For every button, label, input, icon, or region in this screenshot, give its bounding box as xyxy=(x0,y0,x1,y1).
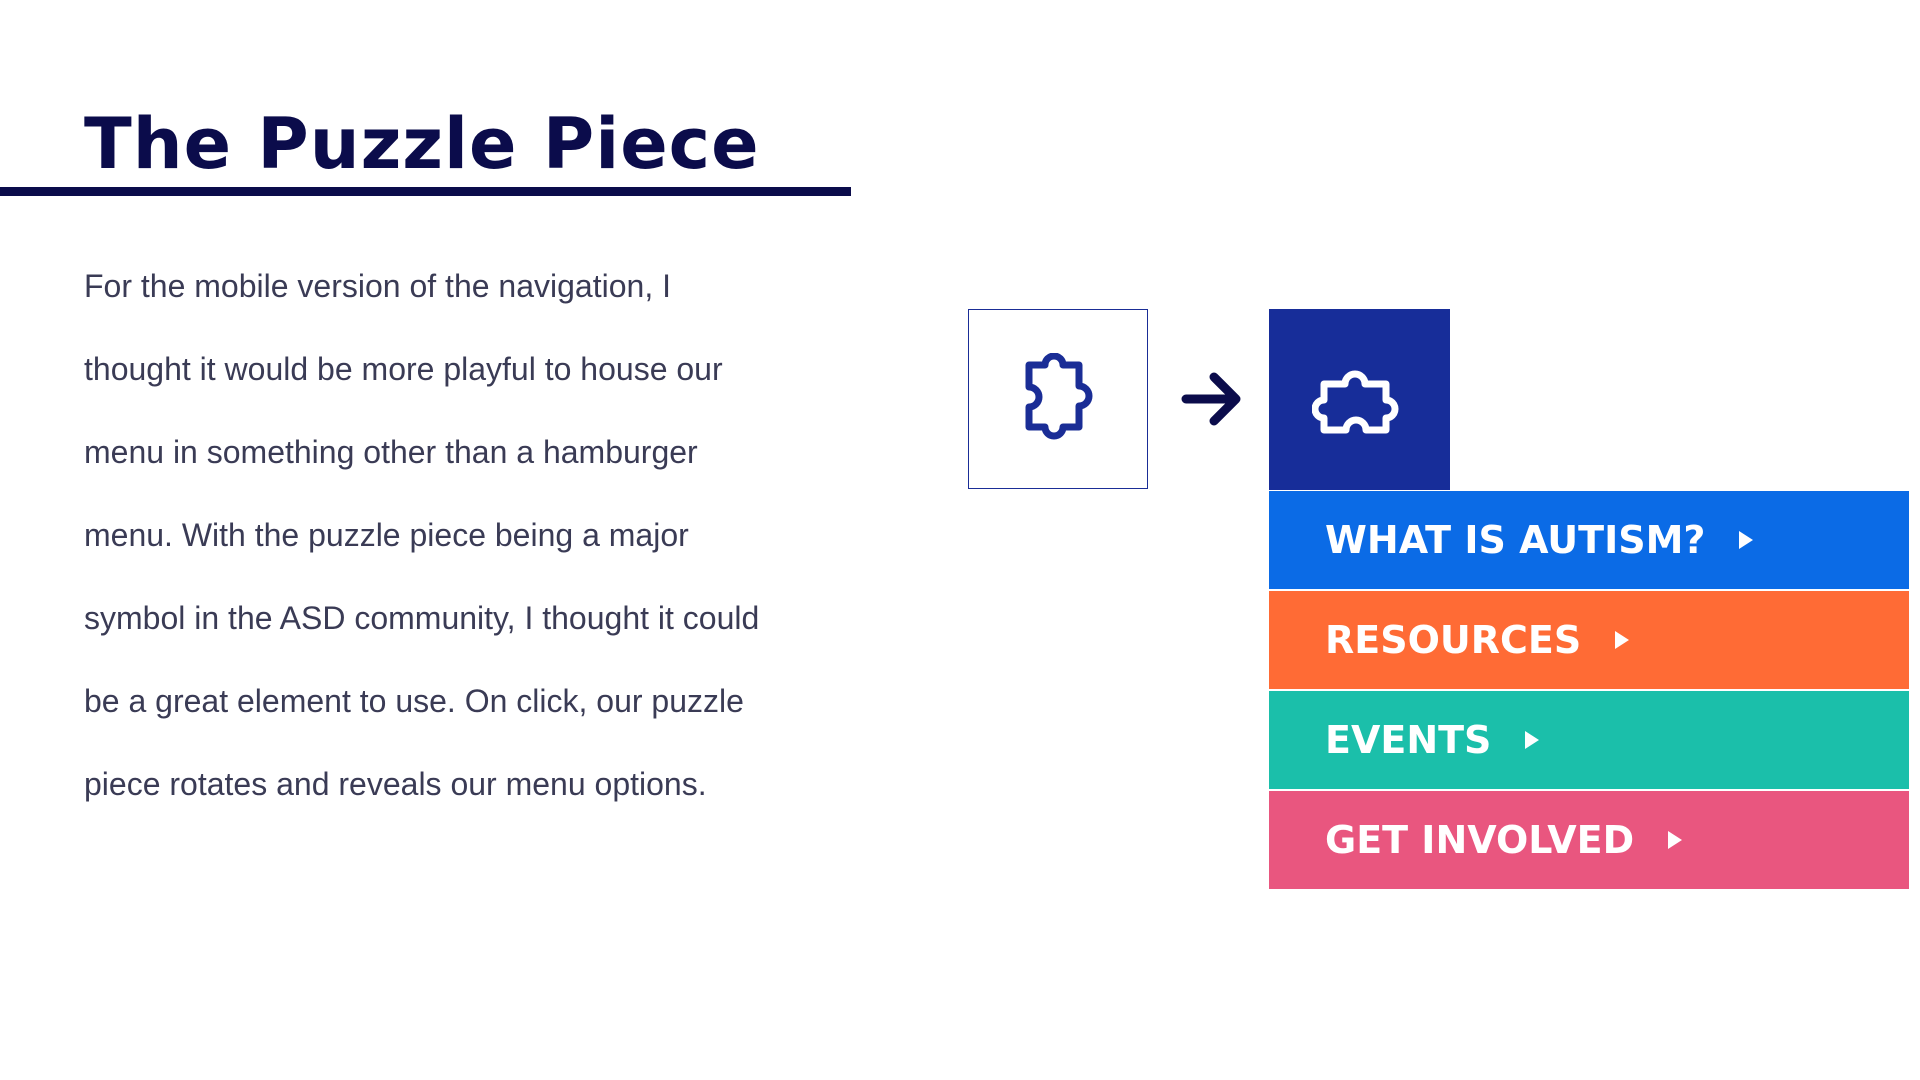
arrow-right-icon xyxy=(1181,372,1241,426)
puzzle-piece-rotated-icon xyxy=(1311,370,1398,433)
menu-item-get-involved[interactable]: GET INVOLVED xyxy=(1269,791,1909,889)
menu-item-label: EVENTS xyxy=(1325,718,1492,762)
caret-right-icon xyxy=(1739,531,1754,549)
description-paragraph: For the mobile version of the navigation… xyxy=(84,245,824,826)
menu-item-what-is-autism[interactable]: WHAT IS AUTISM? xyxy=(1269,491,1909,589)
description-line: For the mobile version of the navigation… xyxy=(84,268,671,304)
caret-right-icon xyxy=(1525,731,1540,749)
mobile-menu: WHAT IS AUTISM? RESOURCES EVENTS GET INV… xyxy=(1269,491,1909,891)
description-line: be a great element to use. On click, our… xyxy=(84,683,744,719)
description-line: menu. With the puzzle piece being a majo… xyxy=(84,517,689,553)
description-line: thought it would be more playful to hous… xyxy=(84,351,723,387)
menu-toggle-closed[interactable] xyxy=(968,309,1148,489)
menu-item-label: WHAT IS AUTISM? xyxy=(1325,518,1706,562)
menu-item-label: RESOURCES xyxy=(1325,618,1582,662)
description-line: piece rotates and reveals our menu optio… xyxy=(84,766,707,802)
menu-item-events[interactable]: EVENTS xyxy=(1269,691,1909,789)
menu-toggle-open[interactable] xyxy=(1269,309,1450,490)
menu-item-label: GET INVOLVED xyxy=(1325,818,1635,862)
menu-item-resources[interactable]: RESOURCES xyxy=(1269,591,1909,689)
caret-right-icon xyxy=(1668,831,1683,849)
page-title: The Puzzle Piece xyxy=(84,103,760,185)
puzzle-piece-icon xyxy=(1025,353,1093,440)
description-line: menu in something other than a hamburger xyxy=(84,434,698,470)
caret-right-icon xyxy=(1615,631,1630,649)
description-line: symbol in the ASD community, I thought i… xyxy=(84,600,760,636)
title-underline xyxy=(0,187,851,196)
